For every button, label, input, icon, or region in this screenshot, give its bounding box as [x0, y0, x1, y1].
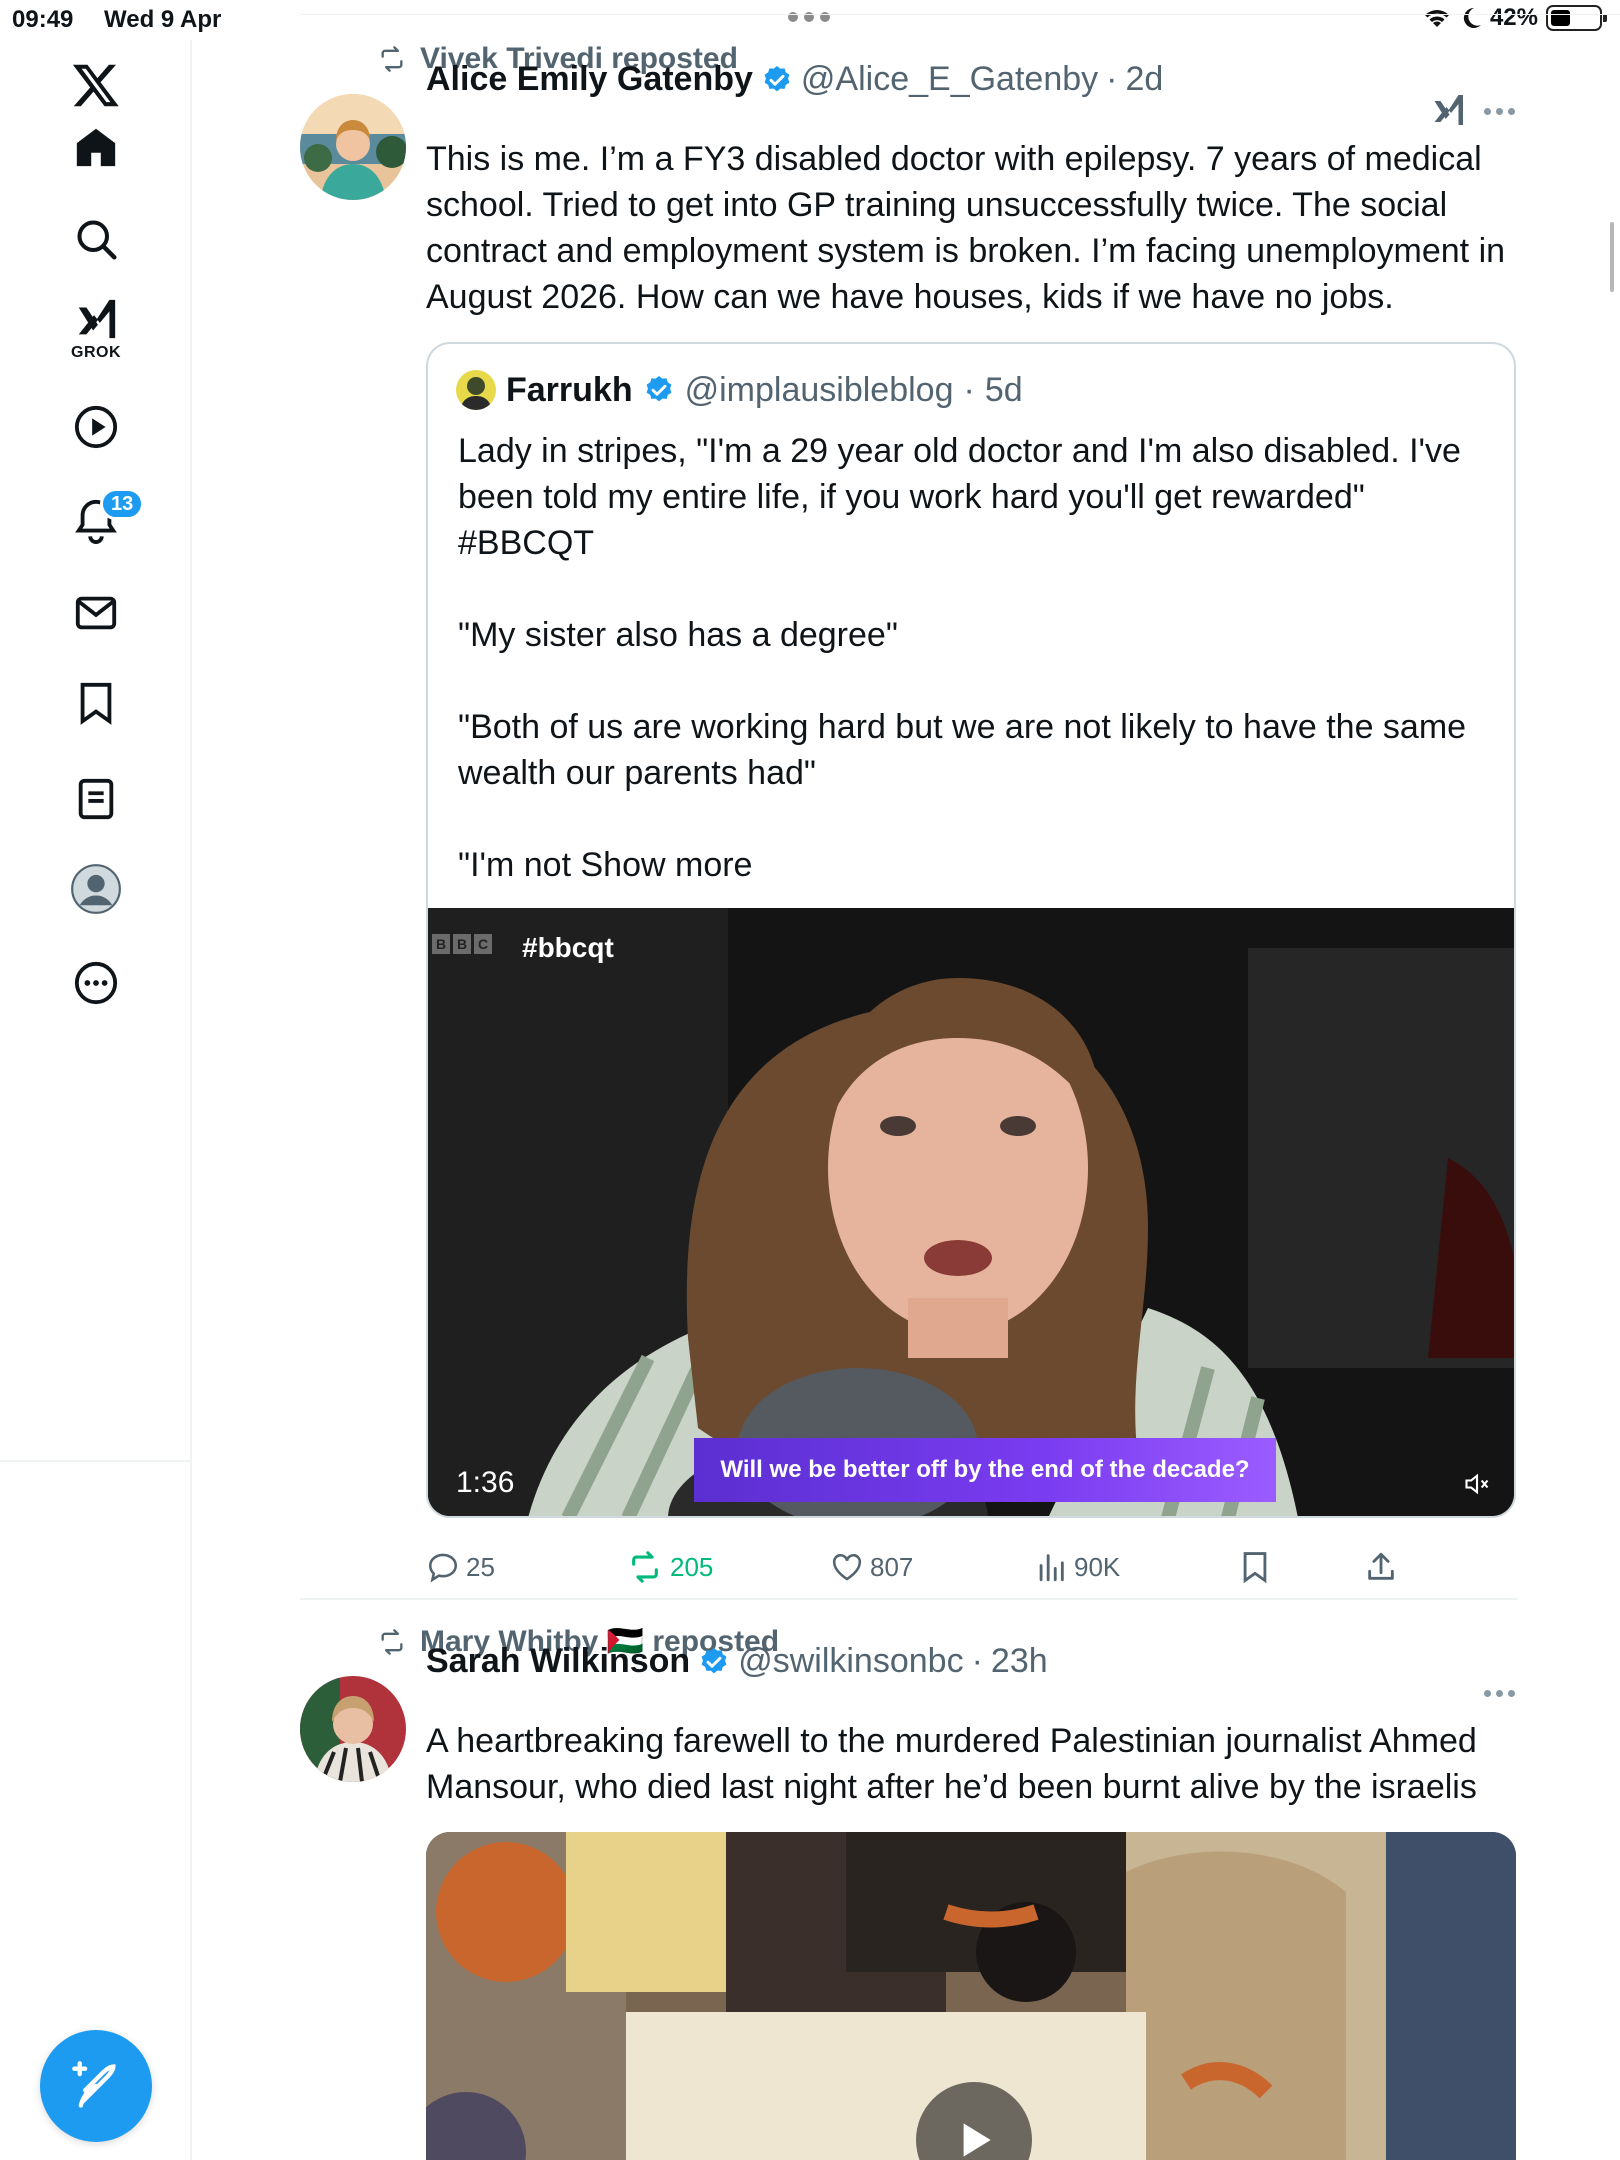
like-count: 807 — [870, 1551, 914, 1582]
messages-icon — [75, 596, 117, 630]
share-button[interactable] — [1364, 1550, 1398, 1584]
post-header: Alice Emily Gatenby @Alice_E_Gatenby · 2… — [426, 60, 1163, 99]
view-count: 90K — [1074, 1551, 1121, 1582]
more-icon — [74, 961, 118, 1005]
video-duration: 1:36 — [456, 1466, 515, 1499]
verified-badge-icon — [701, 1647, 727, 1673]
sidebar: GROK 13 — [0, 40, 192, 2160]
repost-icon — [381, 46, 403, 72]
search-nav[interactable] — [0, 194, 192, 284]
quoted-post-header: Farrukh @implausibleblog · 5d — [456, 370, 1023, 410]
grok-post-icon[interactable] — [1430, 92, 1466, 128]
post-text: A heartbreaking farewell to the murdered… — [426, 1722, 1477, 1806]
home-icon — [76, 128, 116, 167]
reply-count: 25 — [466, 1551, 495, 1582]
video-frame — [428, 908, 1514, 1516]
video-caption: Will we be better off by the end of the … — [694, 1438, 1276, 1502]
quoted-post-text: Lady in stripes, "I'm a 29 year old doct… — [458, 428, 1488, 888]
bookmark-icon — [1243, 1552, 1267, 1584]
author-handle[interactable]: @swilkinsonbc — [738, 1642, 963, 1681]
video-player[interactable]: BBC #bbcqt Will we be better off by the … — [428, 908, 1514, 1516]
post-video[interactable] — [426, 1832, 1516, 2160]
sidebar-divider — [0, 1460, 192, 1462]
post-time[interactable]: 23h — [991, 1642, 1048, 1681]
quoted-avatar — [456, 370, 496, 410]
battery-percent: 42% — [1489, 4, 1538, 31]
video-icon — [74, 405, 118, 449]
quoted-post-time[interactable]: 5d — [985, 371, 1023, 410]
like-button[interactable]: 807 — [830, 1550, 913, 1584]
repost-button[interactable]: 205 — [626, 1550, 713, 1584]
views-icon — [1039, 1554, 1064, 1582]
post-more-icon[interactable] — [1484, 108, 1515, 115]
notifications-nav[interactable]: 13 — [0, 476, 192, 566]
reply-button[interactable]: 25 — [426, 1550, 495, 1584]
messages-nav[interactable] — [0, 568, 192, 658]
repost-icon — [381, 1628, 403, 1655]
status-bar: 09:49 Wed 9 Apr 42% — [0, 0, 1620, 40]
grok-icon — [78, 299, 116, 339]
bookmark-button[interactable] — [1238, 1550, 1272, 1584]
author-handle[interactable]: @Alice_E_Gatenby — [801, 60, 1098, 99]
verified-badge-icon — [646, 376, 671, 402]
verified-badge-icon — [764, 65, 790, 91]
heart-icon — [832, 1554, 862, 1581]
post-text: This is me. I’m a FY3 disabled doctor wi… — [426, 140, 1506, 316]
lists-icon — [78, 778, 114, 820]
play-icon — [963, 2123, 991, 2157]
status-date: Wed 9 Apr — [104, 6, 222, 33]
profile-nav[interactable] — [0, 844, 192, 934]
quoted-text-body: Lady in stripes, "I'm a 29 year old doct… — [458, 432, 1467, 884]
avatar[interactable] — [300, 94, 406, 200]
status-time: 09:49 — [12, 6, 74, 33]
lists-nav[interactable] — [0, 754, 192, 844]
grok-nav[interactable]: GROK — [0, 284, 192, 374]
post-time[interactable]: 2d — [1125, 60, 1163, 99]
wifi-icon — [1424, 10, 1449, 27]
mute-icon[interactable] — [1462, 1470, 1492, 1498]
separator-dot: · — [971, 1642, 983, 1680]
compose-button[interactable] — [40, 2030, 152, 2142]
bookmarks-icon — [80, 682, 112, 725]
compose-feather-icon — [72, 2061, 116, 2108]
show-more-link[interactable]: Show more — [581, 846, 753, 884]
reply-icon — [428, 1553, 458, 1583]
separator-dot: · — [1106, 60, 1118, 98]
quoted-author-handle[interactable]: @implausibleblog — [685, 371, 954, 410]
author-name[interactable]: Alice Emily Gatenby — [426, 60, 753, 99]
quoted-author-name[interactable]: Farrukh — [506, 371, 633, 410]
notifications-badge: 13 — [100, 488, 145, 520]
home-nav[interactable] — [0, 102, 192, 192]
moon-icon — [1463, 7, 1481, 28]
repost-count: 205 — [670, 1551, 714, 1582]
search-icon — [77, 220, 117, 260]
post-header: Sarah Wilkinson @swilkinsonbc · 23h — [426, 1642, 1048, 1681]
post-actions: 25 205 807 90K — [426, 1550, 1518, 1600]
scroll-indicator[interactable] — [1610, 222, 1614, 292]
more-nav[interactable] — [0, 938, 192, 1028]
video-nav[interactable] — [0, 382, 192, 472]
video-hashtag: #bbcqt — [522, 932, 614, 963]
share-icon — [1368, 1552, 1394, 1580]
author-name[interactable]: Sarah Wilkinson — [426, 1642, 690, 1681]
bookmarks-nav[interactable] — [0, 658, 192, 748]
profile-icon — [71, 864, 121, 914]
battery-icon — [1546, 5, 1607, 31]
header-divider — [300, 14, 1620, 15]
grok-label: GROK — [71, 344, 121, 361]
post-more-icon[interactable] — [1484, 1690, 1515, 1697]
status-indicators: 42% — [1422, 4, 1607, 32]
repost-icon — [632, 1551, 658, 1583]
bbc-logo: BBC — [432, 934, 492, 954]
views-button[interactable]: 90K — [1034, 1550, 1120, 1584]
separator-dot: · — [963, 370, 975, 409]
avatar[interactable] — [300, 1676, 406, 1782]
post-divider — [300, 1598, 1518, 1600]
quoted-post[interactable]: Farrukh @implausibleblog · 5d Lady in st… — [426, 342, 1516, 1518]
